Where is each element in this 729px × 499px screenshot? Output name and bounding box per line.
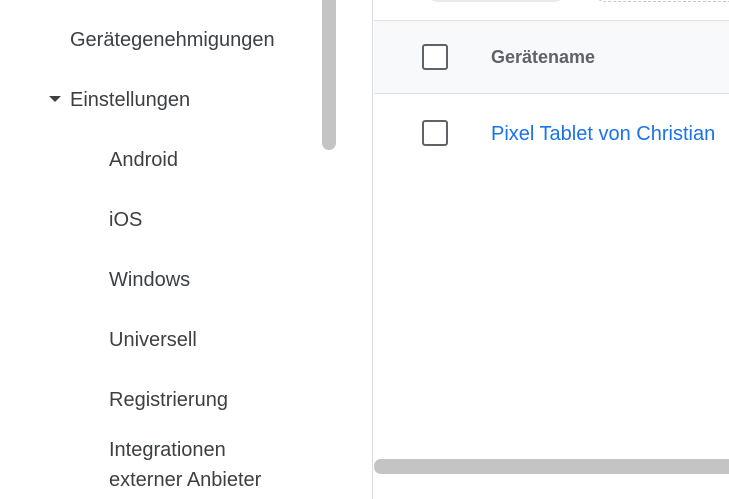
sidebar-scrollbar[interactable] [322, 0, 336, 150]
sidebar-item-enrollment[interactable]: Registrierung [109, 388, 228, 412]
table-row: Pixel Tablet von Christian [374, 94, 729, 174]
select-all-checkbox[interactable] [422, 44, 448, 70]
sidebar-item-universal[interactable]: Universell [109, 328, 197, 352]
device-name-link[interactable]: Pixel Tablet von Christian [491, 123, 715, 146]
sidebar-item-ios[interactable]: iOS [109, 208, 142, 232]
column-header-device-name[interactable]: Gerätename [491, 47, 595, 68]
filter-chip[interactable] [426, 0, 566, 2]
sidebar-item-android[interactable]: Android [109, 148, 178, 172]
sidebar-nav: Gerätegenehmigungen Einstellungen Androi… [0, 0, 373, 499]
row-checkbox[interactable] [422, 120, 448, 146]
sidebar-item-device-approvals[interactable]: Gerätegenehmigungen [70, 28, 275, 52]
toolbar-chips [374, 0, 729, 2]
sidebar-item-settings[interactable]: Einstellungen [70, 88, 190, 112]
table-horizontal-scrollbar[interactable] [374, 459, 729, 474]
table-header-row: Gerätename [374, 20, 729, 94]
add-filter-chip[interactable] [594, 0, 729, 2]
device-table-panel: Gerätename Pixel Tablet von Christian [374, 0, 729, 499]
caret-down-icon[interactable] [49, 96, 61, 102]
sidebar-item-windows[interactable]: Windows [109, 268, 190, 292]
sidebar-item-third-party-integrations[interactable]: Integrationen externer Anbieter [109, 435, 299, 495]
